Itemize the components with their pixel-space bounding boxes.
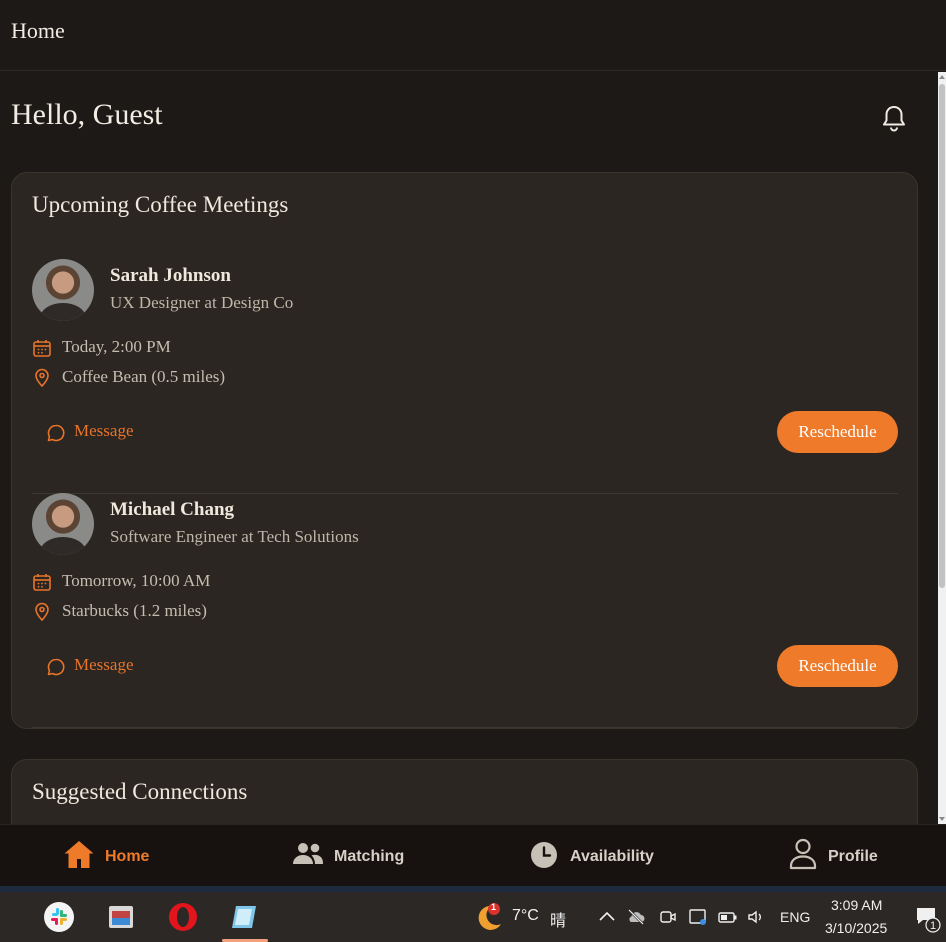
nav-item-availability[interactable]: Availability <box>530 825 670 887</box>
camera-icon[interactable] <box>658 907 678 927</box>
avatar <box>32 493 94 555</box>
clock-icon <box>531 842 557 868</box>
nav-label: Home <box>105 848 150 865</box>
greeting-heading: Hello, Guest <box>11 98 163 131</box>
weather-badge: 1 <box>491 902 497 912</box>
reschedule-button[interactable]: Reschedule <box>777 645 898 687</box>
reschedule-button[interactable]: Reschedule <box>777 411 898 453</box>
meeting-time: Today, 2:00 PM <box>62 337 171 356</box>
meeting-location: Starbucks (1.2 miles) <box>62 601 207 620</box>
nav-item-profile[interactable]: Profile <box>789 825 899 887</box>
location-pin-icon <box>35 602 49 622</box>
contact-role: Software Engineer at Tech Solutions <box>110 527 359 546</box>
meeting-location: Coffee Bean (0.5 miles) <box>62 367 226 386</box>
chat-bubble-icon <box>47 424 65 442</box>
scroll-up-arrow-icon[interactable] <box>939 75 945 79</box>
location-pin-icon <box>35 368 49 388</box>
weather-condition: 晴 <box>550 913 567 930</box>
suggested-connections-card: Suggested Connections <box>11 759 918 824</box>
photos-app-icon[interactable] <box>104 900 138 934</box>
cloud-off-icon[interactable] <box>626 907 646 927</box>
notification-count: 1 <box>930 920 937 932</box>
people-icon <box>293 843 323 864</box>
message-label: Message <box>74 655 134 674</box>
clock-date[interactable]: 3/10/2025 <box>825 920 887 936</box>
card-title: Upcoming Coffee Meetings <box>32 192 289 217</box>
nav-label: Profile <box>828 848 878 865</box>
nav-item-home[interactable]: Home <box>63 825 183 887</box>
vertical-scrollbar[interactable] <box>938 72 946 824</box>
volume-icon[interactable] <box>746 907 766 927</box>
scrollbar-thumb[interactable] <box>939 84 945 588</box>
os-taskbar: 1 7°C 晴 ENG 3:09 AM 3/10/2025 1 <box>0 892 946 942</box>
bell-icon[interactable] <box>878 102 910 134</box>
upcoming-meetings-card: Upcoming Coffee Meetings Sarah Johnson U… <box>11 172 918 729</box>
network-icon[interactable] <box>688 907 708 927</box>
bottom-navigation: Home Matching Availability Profile <box>0 824 946 886</box>
clock-time[interactable]: 3:09 AM <box>831 897 882 913</box>
avatar <box>32 259 94 321</box>
meeting-item: Sarah Johnson UX Designer at Design Co T… <box>32 259 898 494</box>
contact-name: Sarah Johnson <box>110 265 231 286</box>
page-title: Home <box>11 18 65 43</box>
contact-role: UX Designer at Design Co <box>110 293 294 312</box>
language-indicator[interactable]: ENG <box>780 909 810 925</box>
card-title: Suggested Connections <box>32 779 248 804</box>
meeting-item: Michael Chang Software Engineer at Tech … <box>32 493 898 728</box>
notes-app-icon[interactable] <box>222 900 268 942</box>
weather-temperature: 7°C <box>512 907 539 924</box>
main-content[interactable]: Hello, Guest Upcoming Coffee Meetings Sa… <box>0 72 938 824</box>
nav-item-matching[interactable]: Matching <box>292 825 422 887</box>
user-icon <box>789 838 817 870</box>
chevron-up-icon[interactable] <box>597 907 617 927</box>
figma-app-icon[interactable] <box>0 900 12 934</box>
message-label: Message <box>74 421 134 440</box>
opera-browser-icon[interactable] <box>166 900 200 934</box>
nav-label: Matching <box>334 848 405 865</box>
chat-bubble-icon <box>47 658 65 676</box>
battery-icon[interactable] <box>718 907 738 927</box>
meeting-time: Tomorrow, 10:00 AM <box>62 571 211 590</box>
calendar-icon <box>33 574 51 591</box>
home-icon <box>64 841 94 868</box>
weather-moon-icon[interactable]: 1 <box>472 900 504 934</box>
scroll-down-arrow-icon[interactable] <box>939 817 945 821</box>
calendar-icon <box>33 340 51 357</box>
slack-app-icon[interactable] <box>42 900 76 934</box>
notification-center-icon[interactable]: 1 <box>914 900 946 934</box>
contact-name: Michael Chang <box>110 499 235 520</box>
nav-label: Availability <box>570 848 654 865</box>
top-app-bar: Home <box>0 0 946 71</box>
